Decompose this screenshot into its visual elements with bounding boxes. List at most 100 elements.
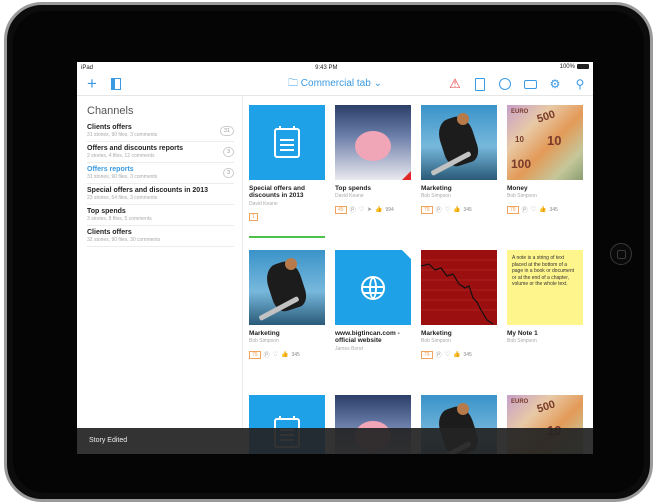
channel-badge: 3 <box>222 168 234 178</box>
channel-name: Special offers and discounts in 2013 <box>87 187 208 194</box>
story-tile[interactable]: Marketing Bob Simpson 79 Ⓟ ♡ 👍 345 <box>249 250 325 359</box>
channel-item[interactable]: Clients offers 31 stories, 90 files, 3 c… <box>87 121 234 142</box>
share-icon[interactable]: ➤ <box>367 206 372 213</box>
bill-label: 500 <box>535 108 557 126</box>
heart-icon[interactable]: ♡ <box>445 206 450 213</box>
channels-sidebar: Channels Clients offers 31 stories, 90 f… <box>77 96 243 454</box>
video-icon[interactable] <box>523 77 537 91</box>
sidebar-toggle-icon[interactable] <box>109 77 123 91</box>
download-icon[interactable]: Ⓟ <box>436 205 442 214</box>
tile-author: David Keane <box>249 200 278 207</box>
tile-title: Money <box>507 185 528 192</box>
story-tile[interactable]: A note is a string of text placed at the… <box>507 250 583 344</box>
download-icon[interactable]: Ⓟ <box>350 205 356 214</box>
thumbs-up-icon[interactable]: 👍 <box>539 206 546 213</box>
piggy-bank <box>355 131 391 161</box>
page-fold <box>402 250 411 259</box>
count-badge: 79 <box>507 205 519 214</box>
chevron-down-icon[interactable]: ⌄ <box>374 78 382 89</box>
thumbs-up-icon[interactable]: 👍 <box>453 206 460 213</box>
thumbs-up-icon[interactable]: 👍 <box>281 351 288 358</box>
channel-item[interactable]: Clients offers 32 stories, 90 files, 30 … <box>87 226 234 247</box>
warning-icon[interactable]: ⚠ <box>448 76 462 91</box>
channel-name: Offers reports <box>87 166 134 173</box>
heart-icon[interactable]: ♡ <box>531 206 536 213</box>
channels-title: Channels <box>87 105 134 117</box>
tile-author: Bob Simpson <box>507 338 537 345</box>
tile-stats: 79 Ⓟ ♡ 👍 345 <box>421 205 497 214</box>
battery-text: 100% <box>559 64 575 71</box>
red-corner-flag <box>402 171 411 180</box>
tile-author: Bob Simpson <box>421 193 451 200</box>
home-button[interactable] <box>610 243 632 265</box>
channel-meta: 3 stories, 8 files, 5 comments <box>87 216 152 222</box>
download-icon[interactable]: Ⓟ <box>522 205 528 214</box>
channel-badge: 31 <box>219 126 234 136</box>
stock-line-graphic <box>421 259 497 325</box>
story-tile[interactable]: 500 10 10 100 EURO Money Bob Simpson 79 … <box>507 105 583 214</box>
search-icon[interactable]: ⚲ <box>573 77 587 91</box>
toolbar: + 🗀 Commercial tab ⌄ ⚠ ⚙ ⚲ <box>77 73 593 96</box>
thumbs-up-icon[interactable]: 👍 <box>375 206 382 213</box>
channel-name: Offers and discounts reports <box>87 145 184 152</box>
channel-meta: 32 stories, 90 files, 30 comments <box>87 237 161 243</box>
count-badge: 79 <box>249 350 261 359</box>
battery-icon <box>576 64 589 70</box>
channel-name: Clients offers <box>87 229 132 236</box>
document-icon[interactable] <box>473 77 487 91</box>
tile-author: Bob Simpson <box>249 338 279 345</box>
app-screen: iPad 9:43 PM 100% + 🗀 Commercial tab ⌄ ⚠… <box>77 62 593 454</box>
likes-count: 345 <box>549 206 558 213</box>
tile-title: Special offers and discounts in 2013 <box>249 185 305 200</box>
bill-label: 10 <box>547 133 562 148</box>
clock: 9:43 PM <box>315 64 338 71</box>
thumbs-up-icon[interactable]: 👍 <box>453 351 460 358</box>
tile-stats: 1 <box>249 212 325 221</box>
bill-label: 500 <box>535 398 557 416</box>
download-icon[interactable]: Ⓟ <box>436 350 442 359</box>
piggy-bank-thumbnail <box>335 105 411 180</box>
channel-item[interactable]: Special offers and discounts in 2013 23 … <box>87 184 234 205</box>
tab-title-label[interactable]: Commercial tab <box>301 78 371 89</box>
channel-name: Clients offers <box>87 124 132 131</box>
channel-name: Top spends <box>87 208 126 215</box>
tile-stats: 79 Ⓟ ♡ 👍 345 <box>507 205 583 214</box>
story-tile[interactable]: www.bigtincan.com - official website Jam… <box>335 250 411 352</box>
tile-title: Top spends <box>335 185 371 192</box>
channel-meta: 31 stories, 90 files, 3 comments <box>87 132 158 138</box>
tile-author: Bob Simpson <box>421 338 451 345</box>
note-thumbnail: A note is a string of text placed at the… <box>507 250 583 325</box>
story-tile[interactable]: Special offers and discounts in 2013 Dav… <box>249 105 325 238</box>
tile-title: www.bigtincan.com - official website <box>335 330 400 345</box>
settings-gear-icon[interactable]: ⚙ <box>548 77 562 91</box>
clock-icon[interactable] <box>498 77 512 91</box>
tile-title: Marketing <box>421 330 452 337</box>
story-tile[interactable]: Top spends David Keane 45 Ⓟ ♡ ➤ 👍 994 <box>335 105 411 214</box>
likes-count: 345 <box>463 206 472 213</box>
count-badge: 79 <box>421 205 433 214</box>
tile-title: Marketing <box>421 185 452 192</box>
likes-count: 994 <box>385 206 394 213</box>
tile-stats: 79 Ⓟ ♡ 👍 345 <box>249 350 325 359</box>
channel-item[interactable]: Top spends 3 stories, 8 files, 5 comment… <box>87 205 234 226</box>
globe-icon <box>361 275 385 300</box>
download-icon[interactable]: Ⓟ <box>264 350 270 359</box>
count-badge: 79 <box>421 350 433 359</box>
count-badge: 1 <box>249 212 258 221</box>
tile-title: My Note 1 <box>507 330 538 337</box>
folder-icon: 🗀 <box>288 77 298 89</box>
story-tile[interactable]: Marketing Bob Simpson 79 Ⓟ ♡ 👍 345 <box>421 105 497 214</box>
heart-icon[interactable]: ♡ <box>273 351 278 358</box>
tile-stats: 45 Ⓟ ♡ ➤ 👍 994 <box>335 205 411 214</box>
channel-item[interactable]: Offers and discounts reports 2 stories, … <box>87 142 234 163</box>
heart-icon[interactable]: ♡ <box>445 351 450 358</box>
likes-count: 345 <box>291 351 300 358</box>
story-tile[interactable]: Marketing Bob Simpson 79 Ⓟ ♡ 👍 345 <box>421 250 497 359</box>
channel-item-active[interactable]: Offers reports 31 stories, 90 files, 3 c… <box>87 163 234 184</box>
tile-author: Bob Simpson <box>507 193 537 200</box>
notebook-icon <box>274 125 300 158</box>
skater-thumbnail <box>249 250 325 325</box>
bill-label: EURO <box>511 399 529 405</box>
add-icon[interactable]: + <box>85 74 99 93</box>
heart-icon[interactable]: ♡ <box>359 206 364 213</box>
